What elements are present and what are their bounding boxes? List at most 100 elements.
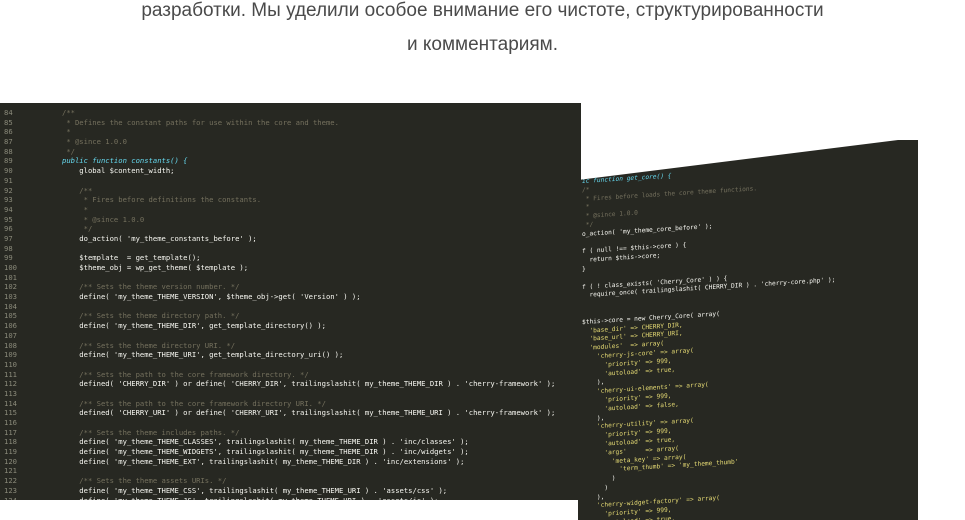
code-screenshot-right: ic function get_core() {/* * Fires befor… xyxy=(578,140,918,520)
code-text: /** Sets the theme includes paths. */ xyxy=(62,427,240,437)
code-text: define( 'my_theme_THEME_EXT', trailingsl… xyxy=(62,456,465,466)
line-number: 110 xyxy=(4,359,17,369)
code-text: * @since 1.0.0 xyxy=(62,214,145,224)
code-line: 111 /** Sets the path to the core framew… xyxy=(0,370,581,380)
code-text: /** xyxy=(62,185,93,195)
line-number: 114 xyxy=(4,398,17,408)
code-line: 103 define( 'my_theme_THEME_VERSION', $t… xyxy=(0,292,581,302)
code-text: global $content_width; xyxy=(62,166,175,176)
code-text: /** Sets the path to the core framework … xyxy=(62,398,326,408)
code-line: 107 xyxy=(0,331,581,341)
code-text: */ xyxy=(62,146,75,156)
code-line: 99 $template = get_template(); xyxy=(0,253,581,263)
code-text: * @since 1.0.0 xyxy=(62,137,127,147)
code-screenshot-left: 84/** 85 * Defines the constant paths for… xyxy=(0,103,581,500)
code-line: 121 xyxy=(0,466,581,476)
code-text: defined( 'CHERRY_URI' ) or define( 'CHER… xyxy=(62,408,556,418)
code-line: 92 /** xyxy=(0,186,581,196)
line-number: 90 xyxy=(4,166,13,176)
line-number: 84 xyxy=(4,108,13,117)
code-line: 85 * Defines the constant paths for use … xyxy=(0,118,581,128)
code-line: 118 define( 'my_theme_THEME_CLASSES', tr… xyxy=(0,437,581,447)
code-line: 114 /** Sets the path to the core framew… xyxy=(0,399,581,409)
line-number: 109 xyxy=(4,350,17,360)
intro-line-2: и комментариям. xyxy=(406,34,559,55)
code-text: * Fires before definitions the constants… xyxy=(62,195,262,205)
line-number: 118 xyxy=(4,437,17,447)
code-line: 117 /** Sets the theme includes paths. *… xyxy=(0,428,581,438)
line-number: 89 xyxy=(4,156,13,166)
code-text: define( 'my_theme_THEME_WIDGETS', traili… xyxy=(62,447,469,457)
code-line: 88 */ xyxy=(0,147,581,157)
code-line: 120 define( 'my_theme_THEME_EXT', traili… xyxy=(0,457,581,467)
line-number: 121 xyxy=(4,466,17,476)
code-editor-left: 84/** 85 * Defines the constant paths for… xyxy=(0,108,581,500)
line-number: 122 xyxy=(4,476,17,486)
code-line: 124 define( 'my_theme_THEME_JS', trailin… xyxy=(0,496,581,501)
line-number: 104 xyxy=(4,301,17,311)
code-line: 101 xyxy=(0,273,581,283)
code-text: public function constants() { xyxy=(62,156,188,166)
line-number: 102 xyxy=(4,282,17,292)
line-number: 119 xyxy=(4,447,17,457)
line-number: 91 xyxy=(4,175,13,185)
code-line: 119 define( 'my_theme_THEME_WIDGETS', tr… xyxy=(0,447,581,457)
line-number: 120 xyxy=(4,456,17,466)
line-number: 94 xyxy=(4,204,13,214)
code-text: /** Sets the path to the core framework … xyxy=(62,369,309,379)
code-line: 97 do_action( 'my_theme_constants_before… xyxy=(0,234,581,244)
code-line: 94 * xyxy=(0,205,581,215)
line-number: 92 xyxy=(4,185,13,195)
code-text: /** Sets the theme directory path. */ xyxy=(62,311,240,321)
code-text: * Defines the constant paths for use wit… xyxy=(62,117,339,127)
code-text: define( 'my_theme_THEME_VERSION', $theme… xyxy=(62,292,361,302)
line-number: 117 xyxy=(4,427,17,437)
code-text: /** Sets the theme directory URI. */ xyxy=(62,340,236,350)
code-text: /** xyxy=(62,108,75,117)
line-number: 108 xyxy=(4,340,17,350)
code-line: 109 define( 'my_theme_THEME_URI', get_te… xyxy=(0,350,581,360)
line-number: 98 xyxy=(4,243,13,253)
line-number: 103 xyxy=(4,292,17,302)
code-text: define( 'my_theme_THEME_JS', trailingsla… xyxy=(62,495,439,501)
code-text: define( 'my_theme_THEME_DIR', get_templa… xyxy=(62,321,326,331)
code-line: 89 public function constants() { xyxy=(0,156,581,166)
code-line: 105 /** Sets the theme directory path. *… xyxy=(0,311,581,321)
line-number: 112 xyxy=(4,379,17,389)
code-line: 96 */ xyxy=(0,224,581,234)
line-number: 93 xyxy=(4,195,13,205)
code-line: 102 /** Sets the theme version number. *… xyxy=(0,282,581,292)
code-line: 115 defined( 'CHERRY_URI' ) or define( '… xyxy=(0,408,581,418)
code-line: 122 /** Sets the theme assets URIs. */ xyxy=(0,476,581,486)
line-number: 107 xyxy=(4,330,17,340)
line-number: 95 xyxy=(4,214,13,224)
code-line: 110 xyxy=(0,360,581,370)
code-line: 91 xyxy=(0,176,581,186)
line-number: 116 xyxy=(4,418,17,427)
code-text: /** Sets the theme version number. */ xyxy=(62,282,240,292)
line-number: 97 xyxy=(4,233,13,243)
code-text: define( 'my_theme_THEME_CLASSES', traili… xyxy=(62,437,469,447)
code-line: 87 * @since 1.0.0 xyxy=(0,137,581,147)
line-number: 85 xyxy=(4,117,13,127)
code-editor-right: ic function get_core() {/* * Fires befor… xyxy=(582,163,835,520)
line-number: 106 xyxy=(4,321,17,331)
code-text: * xyxy=(62,127,71,137)
line-number: 101 xyxy=(4,272,17,282)
line-number: 123 xyxy=(4,485,17,495)
code-text: */ xyxy=(62,224,93,234)
code-text: $theme_obj = wp_get_theme( $template ); xyxy=(62,263,249,272)
intro-text: разработки. Мы уделили особое внимание е… xyxy=(0,0,965,62)
line-number: 96 xyxy=(4,224,13,234)
code-line: 86 * xyxy=(0,127,581,137)
code-line: 113 xyxy=(0,389,581,399)
code-line: 116 xyxy=(0,418,581,428)
intro-line-1: разработки. Мы уделили особое внимание е… xyxy=(141,0,824,21)
line-number: 115 xyxy=(4,408,17,418)
code-line: 100 $theme_obj = wp_get_theme( $template… xyxy=(0,263,581,273)
code-line: 90 global $content_width; xyxy=(0,166,581,176)
code-line: 104 xyxy=(0,302,581,312)
code-line: 123 define( 'my_theme_THEME_CSS', traili… xyxy=(0,486,581,496)
line-number: 113 xyxy=(4,388,17,398)
code-line: 112 defined( 'CHERRY_DIR' ) or define( '… xyxy=(0,379,581,389)
